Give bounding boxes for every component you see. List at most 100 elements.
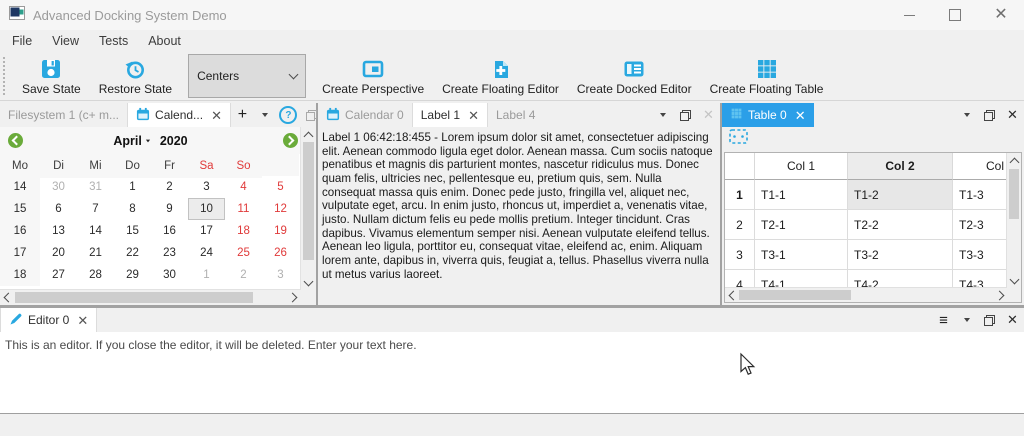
- calendar-day[interactable]: 9: [151, 198, 188, 220]
- scroll-down-icon[interactable]: [301, 275, 316, 290]
- table-row-header[interactable]: 4: [725, 270, 755, 288]
- calendar-day[interactable]: 22: [114, 242, 151, 264]
- calendar-day[interactable]: 17: [188, 220, 225, 242]
- scrollbar-thumb[interactable]: [15, 292, 253, 303]
- help-button[interactable]: ?: [277, 104, 300, 127]
- table-cell[interactable]: T2-3: [953, 210, 1007, 240]
- scroll-left-icon[interactable]: [725, 288, 739, 302]
- tab-calendar-0[interactable]: Calendar 0: [318, 103, 412, 127]
- restore-state-button[interactable]: Restore State: [90, 52, 181, 100]
- undock-button[interactable]: [674, 104, 697, 127]
- minimize-button[interactable]: [886, 0, 932, 30]
- undock-button[interactable]: [978, 104, 1001, 127]
- editor-menu-button[interactable]: ≡: [932, 309, 955, 332]
- tab-close-icon[interactable]: ✕: [468, 109, 479, 122]
- calendar-day[interactable]: 29: [114, 264, 151, 286]
- tabs-menu-button[interactable]: [955, 309, 978, 332]
- dock-close-button[interactable]: ✕: [697, 104, 720, 127]
- save-state-button[interactable]: Save State: [13, 52, 90, 100]
- menu-about[interactable]: About: [138, 34, 191, 48]
- table-cell[interactable]: T1-3: [953, 180, 1007, 210]
- menu-view[interactable]: View: [42, 34, 89, 48]
- scroll-left-icon[interactable]: [0, 290, 15, 305]
- calendar-vertical-scrollbar[interactable]: [300, 127, 316, 290]
- table-cell[interactable]: T1-1: [755, 180, 848, 210]
- table-horizontal-scrollbar[interactable]: [725, 287, 1007, 302]
- table-cell[interactable]: T2-2: [848, 210, 953, 240]
- table-cell[interactable]: T2-1: [755, 210, 848, 240]
- calendar-day[interactable]: 2: [151, 176, 188, 198]
- scroll-right-icon[interactable]: [993, 288, 1007, 302]
- calendar-day[interactable]: 8: [114, 198, 151, 220]
- create-floating-table-button[interactable]: Create Floating Table: [701, 52, 833, 100]
- tab-close-icon[interactable]: ✕: [211, 109, 222, 122]
- table-select-icon[interactable]: [729, 129, 748, 149]
- calendar-day[interactable]: 18: [225, 220, 262, 242]
- calendar-day[interactable]: 2: [225, 264, 262, 286]
- calendar-day[interactable]: 4: [225, 176, 262, 198]
- dock-close-button[interactable]: ✕: [1001, 104, 1024, 127]
- add-tab-button[interactable]: +: [231, 104, 254, 127]
- tab-filesystem-1[interactable]: Filesystem 1 (c+ m...: [0, 103, 127, 127]
- table-vertical-scrollbar[interactable]: [1006, 153, 1021, 288]
- prev-month-button[interactable]: [8, 133, 23, 148]
- tab-label-1[interactable]: Label 1 ✕: [412, 103, 488, 127]
- tabs-menu-button[interactable]: [651, 104, 674, 127]
- calendar-day[interactable]: 25: [225, 242, 262, 264]
- calendar-month[interactable]: April: [113, 134, 141, 148]
- toolbar-drag-handle[interactable]: [3, 57, 11, 95]
- scroll-right-icon[interactable]: [286, 290, 301, 305]
- tabs-menu-button[interactable]: [254, 104, 277, 127]
- calendar-day[interactable]: 21: [77, 242, 114, 264]
- calendar-day[interactable]: 6: [40, 198, 77, 220]
- table-column-header[interactable]: Col 3: [953, 153, 1007, 180]
- calendar-day[interactable]: 14: [77, 220, 114, 242]
- create-docked-editor-button[interactable]: Create Docked Editor: [568, 52, 701, 100]
- scroll-up-icon[interactable]: [1007, 153, 1021, 168]
- table-cell[interactable]: T4-2: [848, 270, 953, 288]
- calendar-day[interactable]: 24: [188, 242, 225, 264]
- table-column-header[interactable]: Col 1: [755, 153, 848, 180]
- calendar-day[interactable]: 15: [114, 220, 151, 242]
- tab-editor-0[interactable]: Editor 0 ✕: [0, 308, 97, 332]
- calendar-day[interactable]: 12: [262, 198, 299, 220]
- menu-tests[interactable]: Tests: [89, 34, 138, 48]
- tab-calendar-1[interactable]: Calend... ✕: [127, 103, 231, 127]
- menu-file[interactable]: File: [2, 34, 42, 48]
- dock-close-button[interactable]: ✕: [1001, 309, 1024, 332]
- tab-table-0[interactable]: Table 0 ✕: [722, 103, 814, 127]
- tabs-menu-button[interactable]: [955, 104, 978, 127]
- scrollbar-thumb[interactable]: [739, 290, 851, 300]
- calendar-day[interactable]: 3: [188, 176, 225, 198]
- table-column-header[interactable]: Col 2: [848, 153, 953, 180]
- calendar-day[interactable]: 1: [114, 176, 151, 198]
- calendar-day[interactable]: 1: [188, 264, 225, 286]
- table-row-header[interactable]: 1: [725, 180, 755, 210]
- tab-close-icon[interactable]: ✕: [77, 314, 88, 327]
- calendar-day[interactable]: 10: [188, 198, 225, 220]
- calendar-horizontal-scrollbar[interactable]: [0, 289, 301, 305]
- table-row-header[interactable]: 2: [725, 210, 755, 240]
- calendar-day[interactable]: 16: [151, 220, 188, 242]
- table-cell[interactable]: T4-3: [953, 270, 1007, 288]
- calendar-day[interactable]: 19: [262, 220, 299, 242]
- undock-button[interactable]: [978, 309, 1001, 332]
- next-month-button[interactable]: [283, 133, 298, 148]
- maximize-button[interactable]: [932, 0, 978, 30]
- tab-label-4[interactable]: Label 4: [488, 103, 543, 127]
- calendar-day[interactable]: 31: [77, 176, 114, 198]
- perspective-combobox[interactable]: Centers: [188, 54, 306, 98]
- close-button[interactable]: ✕: [978, 0, 1024, 30]
- editor-textarea[interactable]: This is an editor. If you close the edit…: [0, 332, 1024, 413]
- scroll-up-icon[interactable]: [301, 127, 316, 142]
- calendar-day[interactable]: 28: [77, 264, 114, 286]
- tab-close-icon[interactable]: ✕: [795, 109, 806, 122]
- table-cell[interactable]: T4-1: [755, 270, 848, 288]
- create-floating-editor-button[interactable]: Create Floating Editor: [433, 52, 568, 100]
- calendar-day[interactable]: 30: [40, 176, 77, 198]
- table-cell[interactable]: T1-2: [848, 180, 953, 210]
- calendar-day[interactable]: 5: [262, 176, 299, 198]
- calendar-day[interactable]: 20: [40, 242, 77, 264]
- calendar-year[interactable]: 2020: [160, 134, 188, 148]
- calendar-day[interactable]: 11: [225, 198, 262, 220]
